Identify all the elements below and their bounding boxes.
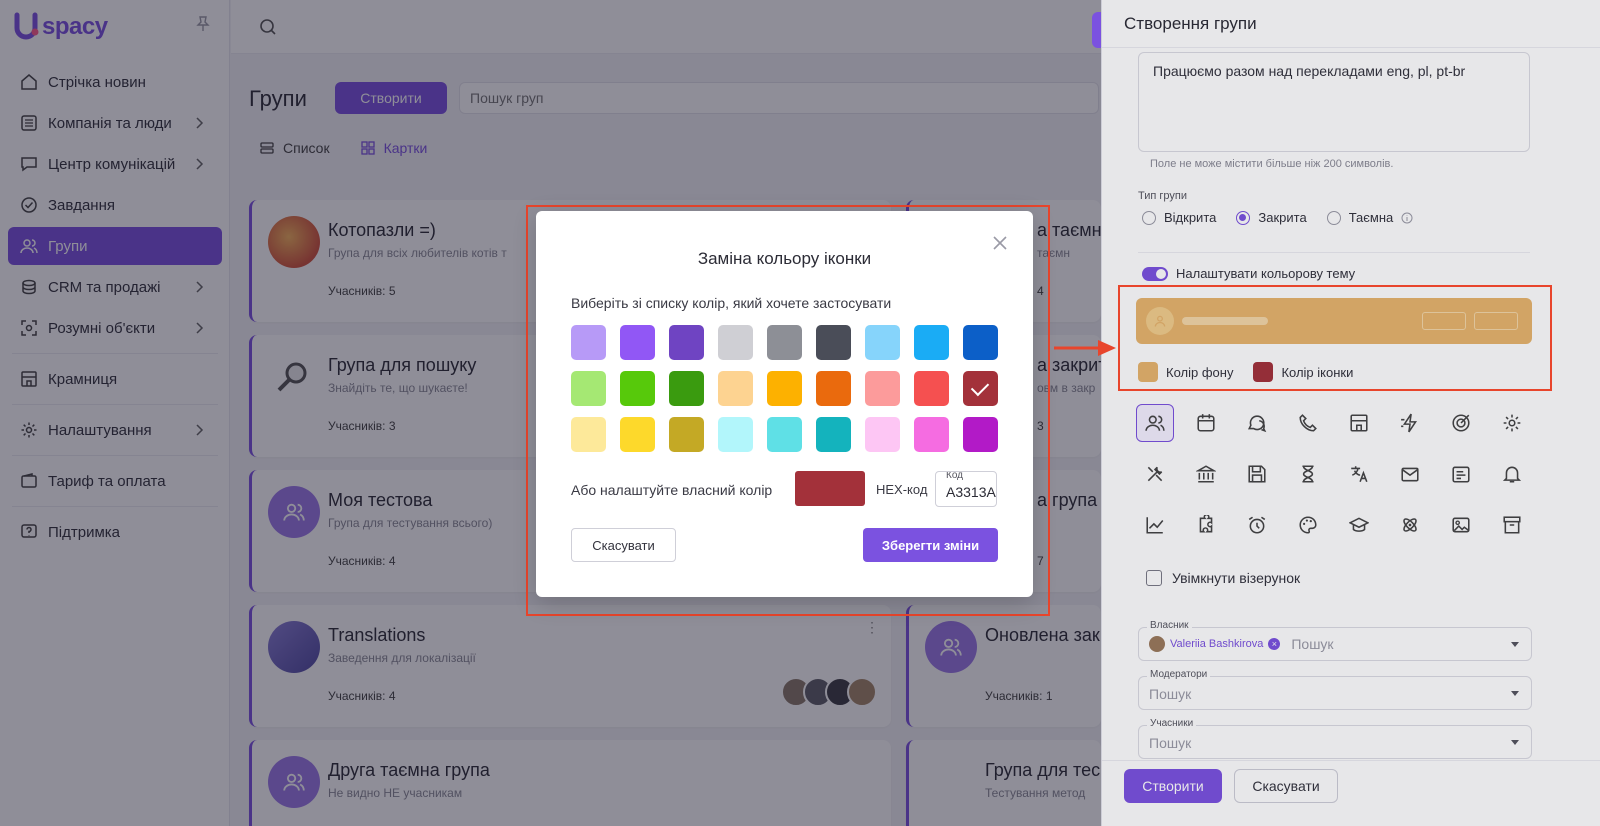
modal-subtitle: Виберіть зі списку колір, який хочете за… — [571, 295, 892, 311]
color-swatch[interactable] — [571, 371, 606, 406]
color-swatch[interactable] — [571, 325, 606, 360]
highlight-box-theme — [1118, 285, 1552, 391]
save-changes-button[interactable]: Зберегти зміни — [863, 528, 998, 562]
hex-value: A3313A — [946, 484, 996, 500]
color-swatch[interactable] — [620, 325, 655, 360]
color-swatch[interactable] — [718, 371, 753, 406]
color-swatch[interactable] — [865, 325, 900, 360]
color-swatch[interactable] — [816, 371, 851, 406]
color-swatch[interactable] — [669, 325, 704, 360]
color-swatch[interactable] — [620, 371, 655, 406]
color-palette — [571, 325, 998, 452]
color-swatch[interactable] — [669, 371, 704, 406]
hex-input[interactable]: Код A3313A — [935, 471, 997, 507]
color-swatch[interactable] — [914, 371, 949, 406]
color-swatch[interactable] — [669, 417, 704, 452]
icon-color-modal: Заміна кольору іконки Виберіть зі списку… — [536, 211, 1033, 597]
custom-color-swatch[interactable] — [795, 471, 865, 506]
cancel-button[interactable]: Скасувати — [571, 528, 676, 562]
color-swatch[interactable] — [914, 417, 949, 452]
color-swatch[interactable] — [767, 417, 802, 452]
arrow-icon — [1054, 340, 1116, 356]
custom-color-label: Або налаштуйте власний колір — [571, 482, 773, 498]
color-swatch[interactable] — [865, 417, 900, 452]
color-swatch[interactable] — [767, 325, 802, 360]
color-swatch[interactable] — [963, 417, 998, 452]
color-swatch[interactable] — [571, 417, 606, 452]
color-swatch[interactable] — [816, 325, 851, 360]
hex-field-label: Код — [944, 471, 966, 481]
color-swatch[interactable] — [865, 371, 900, 406]
color-swatch[interactable] — [816, 417, 851, 452]
hex-label: HEX-код — [876, 482, 928, 497]
color-swatch[interactable] — [718, 417, 753, 452]
color-swatch[interactable] — [718, 325, 753, 360]
color-swatch[interactable] — [767, 371, 802, 406]
drawer-dim — [1101, 0, 1600, 826]
modal-title: Заміна кольору іконки — [697, 249, 872, 268]
color-swatch[interactable] — [963, 371, 998, 406]
color-swatch[interactable] — [620, 417, 655, 452]
color-swatch[interactable] — [963, 325, 998, 360]
color-swatch[interactable] — [914, 325, 949, 360]
